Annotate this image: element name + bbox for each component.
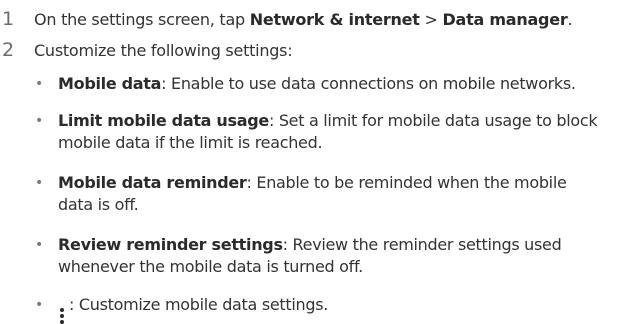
term-description: : Customize mobile data settings. [69,295,329,314]
step-1: 1 On the settings screen, tap Network & … [0,8,573,30]
list-item-line: Limit mobile data usage: Set a limit for… [50,110,640,132]
list-item-line: Review reminder settings: Review the rem… [50,234,640,256]
term-mobile-data: Mobile data [58,74,162,93]
instruction-document: 1 On the settings screen, tap Network & … [0,0,643,324]
list-item-more-options: • : Customize mobile data settings. [35,294,640,324]
menu-network-internet: Network & internet [249,10,420,29]
bullet: • [35,297,43,313]
term-limit-mobile-data-usage: Limit mobile data usage [58,111,269,130]
term-description: : Enable to use data connections on mobi… [161,74,576,93]
list-item-mobile-data: • Mobile data: Enable to use data connec… [35,73,640,95]
step-text-pre: On the settings screen, tap [34,10,250,29]
step-text-post: . [567,10,573,29]
term-description-continued: mobile data if the limit is reached. [58,133,323,152]
term-review-reminder-settings: Review reminder settings [58,235,283,254]
list-item-line: Mobile data: Enable to use data connecti… [50,73,640,95]
list-item-line: Mobile data reminder: Enable to be remin… [50,172,640,194]
term-description: : Enable to be reminded when the mobile [246,173,567,192]
list-item-limit-mobile-data-usage: • Limit mobile data usage: Set a limit f… [35,110,640,154]
bullet: • [35,175,43,191]
bullet: • [35,76,43,92]
term-description-continued: data is off. [58,195,139,214]
step-number: 1 [2,8,14,30]
step-text: Customize the following settings: [34,41,293,60]
bullet: • [35,113,43,129]
term-description-continued: whenever the mobile data is turned off. [58,257,363,276]
step-2: 2 Customize the following settings: [0,39,293,61]
term-mobile-data-reminder: Mobile data reminder [58,173,247,192]
step-text: On the settings screen, tap Network & in… [34,10,573,29]
list-item-mobile-data-reminder: • Mobile data reminder: Enable to be rem… [35,172,640,216]
menu-separator: > [419,10,443,29]
term-description: : Review the reminder settings used [282,235,562,254]
step-number: 2 [2,39,14,61]
menu-data-manager: Data manager [442,10,568,29]
list-item-line: : Customize mobile data settings. [50,294,640,324]
list-item-review-reminder-settings: • Review reminder settings: Review the r… [35,234,640,278]
term-description: : Set a limit for mobile data usage to b… [268,111,598,130]
bullet: • [35,237,43,253]
more-options-icon [60,308,66,324]
